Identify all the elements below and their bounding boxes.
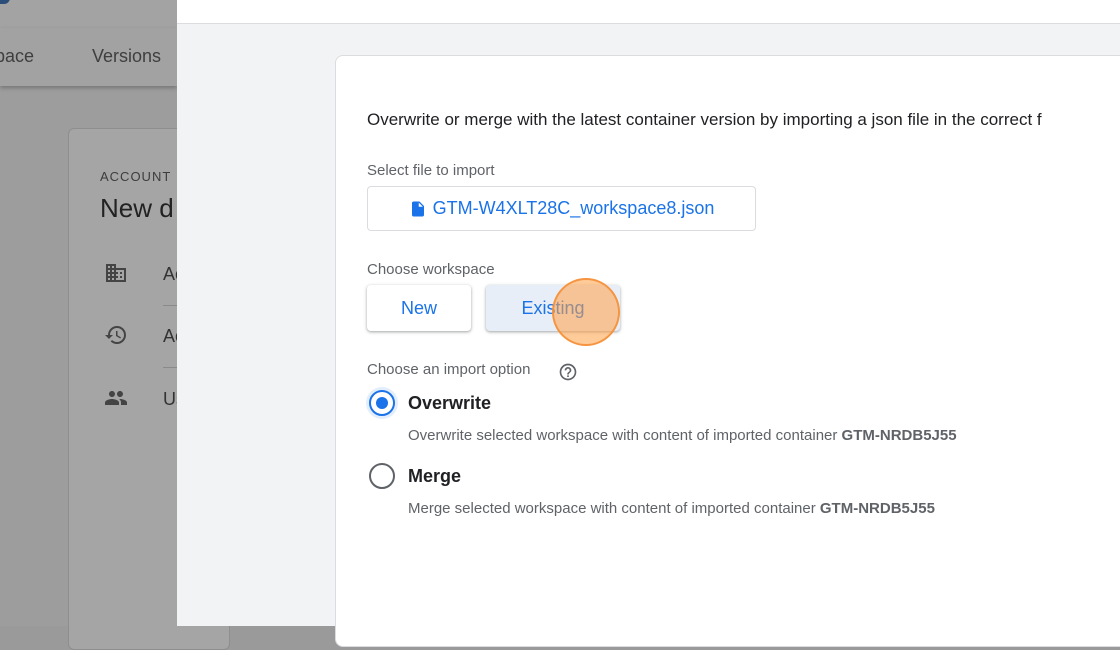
help-icon[interactable] xyxy=(558,362,578,382)
background-app: space Versions ACCOUNT New d Ac Ac Us xyxy=(0,0,283,650)
overwrite-radio[interactable] xyxy=(369,390,395,416)
overwrite-description-text: Overwrite selected workspace with conten… xyxy=(408,427,838,444)
account-name: New d xyxy=(100,193,174,223)
account-label: ACCOUNT xyxy=(100,169,172,184)
import-option-label: Choose an import option xyxy=(367,361,531,378)
merge-label: Merge xyxy=(408,466,462,486)
workspace-new-button[interactable]: New xyxy=(367,285,471,331)
merge-container-id: GTM-NRDB5J55 xyxy=(819,500,935,517)
workspace-existing-label: Existing xyxy=(521,297,585,318)
overwrite-label: Overwrite xyxy=(408,393,492,413)
merge-description: Merge selected workspace with content of… xyxy=(408,500,935,517)
import-description: Overwrite or merge with the latest conta… xyxy=(367,110,1042,129)
background-topbar xyxy=(0,0,177,28)
file-icon xyxy=(411,201,424,216)
merge-radio[interactable] xyxy=(369,463,395,489)
overwrite-container-id: GTM-NRDB5J55 xyxy=(841,427,957,444)
tab-versions: Versions xyxy=(92,46,162,66)
background-tab-bar: space Versions xyxy=(0,28,177,86)
users-icon xyxy=(105,391,127,405)
import-card: Overwrite or merge with the latest conta… xyxy=(335,55,1120,647)
tab-workspace: space xyxy=(0,46,35,66)
select-file-button[interactable]: GTM-W4XLT28C_workspace8.json xyxy=(367,186,756,231)
logo-fragment xyxy=(0,0,10,4)
import-panel: Overwrite or merge with the latest conta… xyxy=(177,0,1120,647)
file-label: Select file to import xyxy=(367,162,495,179)
panel-header xyxy=(177,0,1120,24)
workspace-existing-button[interactable]: Existing xyxy=(486,285,620,331)
overwrite-description: Overwrite selected workspace with conten… xyxy=(408,427,957,444)
file-name: GTM-W4XLT28C_workspace8.json xyxy=(432,198,715,218)
building-icon xyxy=(106,264,126,282)
history-icon xyxy=(105,326,126,344)
workspace-label: Choose workspace xyxy=(367,261,495,278)
workspace-new-label: New xyxy=(400,297,437,318)
merge-description-text: Merge selected workspace with content of… xyxy=(408,500,816,517)
